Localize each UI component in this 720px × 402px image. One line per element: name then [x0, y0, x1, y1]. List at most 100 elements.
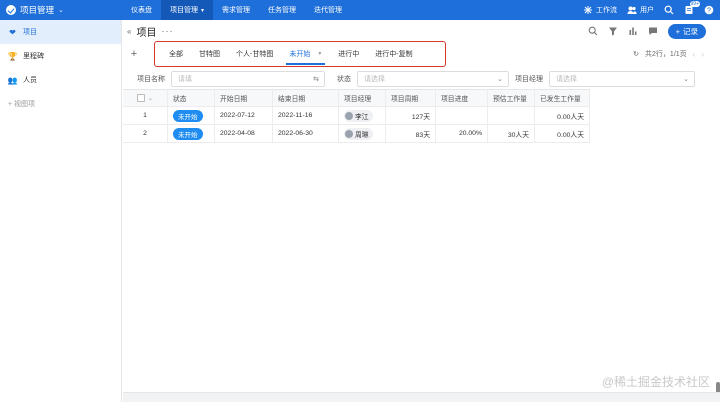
plus-icon: +	[675, 26, 680, 36]
period-cell: 127天	[386, 107, 436, 124]
column-header[interactable]: 项目进度	[436, 90, 488, 106]
refresh-icon[interactable]: ↻	[633, 50, 639, 58]
column-header[interactable]: 项目经理	[339, 90, 386, 106]
nav-dashboard[interactable]: 仪表盘	[122, 0, 161, 20]
filter-status-label: 状态	[337, 76, 351, 83]
sidebar-item-milestones[interactable]: 🏆 里程碑	[0, 44, 121, 68]
workflow-icon	[584, 6, 592, 14]
search-button[interactable]	[664, 5, 674, 15]
collapse-sidebar-icon[interactable]: «	[127, 27, 131, 36]
next-page-icon[interactable]: ›	[701, 50, 704, 59]
estimate-cell: 30人天	[488, 125, 535, 142]
nav-project-management[interactable]: 项目管理 ▾	[161, 0, 214, 20]
search-icon[interactable]	[588, 26, 598, 36]
add-record-button[interactable]: + 记录	[667, 23, 706, 39]
filter-manager-label: 项目经理	[515, 76, 543, 83]
notifications-button[interactable]: 99+	[684, 1, 700, 15]
svg-text:?: ?	[707, 8, 711, 15]
nav-tasks[interactable]: 任务管理	[259, 0, 305, 20]
progress-cell: 20.00%	[436, 125, 488, 142]
manager-select[interactable]: 请选择 ⌄	[549, 71, 695, 87]
table-row[interactable]: 1 未开始 2022-07-12 2022-11-16 李江 127天 0.00…	[123, 107, 590, 125]
nav-requirements[interactable]: 需求管理	[213, 0, 259, 20]
tab-gantt[interactable]: 甘特图	[191, 42, 228, 66]
tab-not-started[interactable]: 未开始 ▼	[281, 42, 330, 66]
tab-personal-gantt[interactable]: 个人-甘特图	[228, 42, 281, 66]
start-date-cell: 2022-04-08	[215, 125, 273, 142]
help-button[interactable]: ?	[704, 5, 714, 15]
period-cell: 83天	[386, 125, 436, 142]
comment-icon[interactable]	[648, 26, 658, 36]
help-icon: ?	[704, 5, 714, 15]
tab-in-progress-copy[interactable]: 进行中-复制	[367, 42, 420, 66]
top-navbar: 项目管理 ⌄ 仪表盘 项目管理 ▾ 需求管理 任务管理 迭代管理 工作流 用户 9…	[0, 0, 720, 20]
avatar	[345, 111, 353, 120]
column-header[interactable]: 已发生工作量	[535, 90, 590, 106]
end-date-cell: 2022-11-16	[273, 107, 339, 124]
sidebar-item-label: 人员	[23, 77, 37, 84]
select-all-cell[interactable]: ⌄	[123, 90, 168, 106]
view-tabs-bar: + 全部 甘特图 个人-甘特图 未开始 ▼ 进行中 进行中-复制 ↻ 共2行，1/…	[123, 41, 720, 67]
workflow-button[interactable]: 工作流	[583, 5, 617, 15]
actual-cell: 0.00人天	[535, 107, 590, 124]
sidebar-add-view[interactable]: + 视图项	[0, 92, 121, 116]
chevron-down-icon: ⌄	[497, 76, 503, 83]
view-tabs: 全部 甘特图 个人-甘特图 未开始 ▼ 进行中 进行中-复制	[161, 42, 421, 66]
users-button[interactable]: 用户	[627, 5, 654, 15]
estimate-cell	[488, 107, 535, 124]
status-cell: 未开始	[168, 107, 215, 124]
column-header[interactable]: 预估工作量	[488, 90, 535, 106]
main-content: « 项目 ··· + 记录 + 全部 甘特图 个人-甘特图 未开始 ▼ 进行中 进…	[123, 20, 720, 402]
page-actions: + 记录	[588, 23, 720, 39]
horizontal-scrollbar[interactable]	[123, 392, 720, 402]
manager-name: 周琳	[355, 131, 369, 139]
column-header[interactable]: 项目周期	[386, 90, 436, 106]
actual-cell: 0.00人天	[535, 125, 590, 142]
prev-page-icon[interactable]: ‹	[693, 50, 696, 59]
row-index: 2	[123, 125, 168, 142]
manager-name: 李江	[355, 113, 369, 121]
table-row[interactable]: 2 未开始 2022-04-08 2022-06-30 周琳 83天 20.00…	[123, 125, 590, 143]
filter-name-label: 项目名称	[137, 76, 165, 83]
column-header[interactable]: 结束日期	[273, 90, 339, 106]
end-date-cell: 2022-06-30	[273, 125, 339, 142]
caret-down-icon: ▾	[201, 7, 205, 14]
text-filter-icon: ⇆	[313, 76, 319, 83]
pager-summary: 共2行，1/1页	[645, 51, 687, 58]
chart-icon[interactable]	[628, 26, 638, 36]
search-icon	[664, 5, 674, 15]
status-cell: 未开始	[168, 125, 215, 142]
top-right-actions: 工作流 用户 99+ ?	[583, 1, 720, 15]
project-name-input[interactable]: 请填 ⇆	[171, 71, 325, 87]
column-header[interactable]: 状态	[168, 90, 215, 106]
heart-icon: ❤	[9, 27, 16, 37]
column-header[interactable]: 开始日期	[215, 90, 273, 106]
sidebar-item-people[interactable]: 👥 人员	[0, 68, 121, 92]
app-switcher[interactable]: 项目管理 ⌄	[0, 4, 122, 16]
status-select[interactable]: 请选择 ⌄	[357, 71, 509, 87]
chevron-down-icon: ⌄	[683, 76, 689, 83]
manager-cell: 周琳	[339, 125, 386, 142]
nav-iterations[interactable]: 迭代管理	[305, 0, 351, 20]
table-header: ⌄ 状态 开始日期 结束日期 项目经理 项目周期 项目进度 预估工作量 已发生工…	[123, 89, 590, 107]
status-badge: 未开始	[173, 109, 203, 122]
sidebar-item-label: + 视图项	[8, 101, 36, 108]
add-view-icon[interactable]: +	[123, 48, 145, 60]
select-all-checkbox[interactable]	[136, 94, 145, 102]
tab-in-progress[interactable]: 进行中	[330, 42, 367, 66]
user-chip: 李江	[344, 109, 373, 122]
more-icon[interactable]: ···	[161, 26, 173, 36]
sidebar-item-projects[interactable]: ❤ 项目	[0, 20, 121, 44]
chevron-down-icon: ⌄	[147, 95, 154, 102]
main-nav: 仪表盘 项目管理 ▾ 需求管理 任务管理 迭代管理	[122, 0, 351, 20]
chevron-down-icon: ⌄	[58, 7, 64, 14]
filter-icon[interactable]	[608, 26, 618, 36]
watermark: @稀土掘金技术社区	[601, 375, 710, 389]
pager: ↻ 共2行，1/1页 ‹ ›	[633, 49, 720, 59]
caret-down-icon: ▼	[317, 51, 323, 57]
tab-all[interactable]: 全部	[161, 42, 191, 66]
row-index: 1	[123, 107, 168, 124]
app-logo-icon	[6, 5, 16, 15]
add-record-label: 记录	[683, 26, 698, 36]
page-header: « 项目 ··· + 记录	[123, 20, 720, 42]
